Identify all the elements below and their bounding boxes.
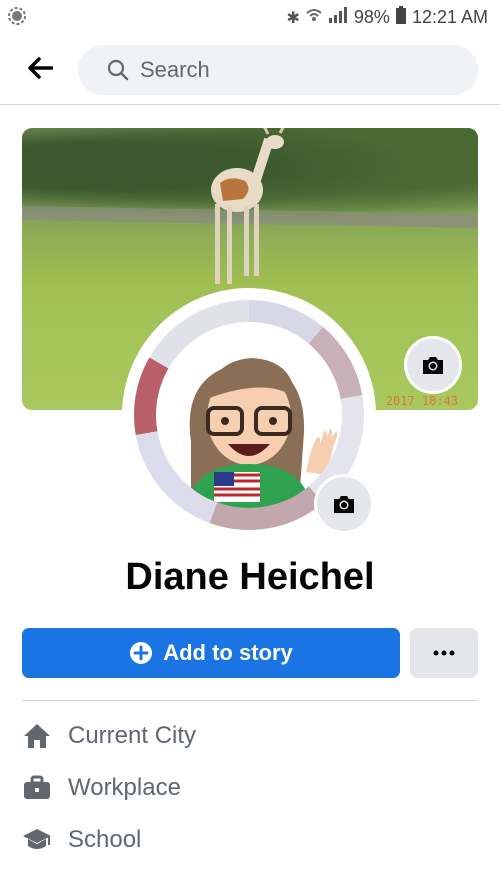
plus-circle-icon [130,642,153,664]
detail-label: School [68,826,142,853]
detail-label: Workplace [68,774,181,801]
search-bar[interactable]: Search [78,45,478,95]
bluetooth-icon: ✱ [286,9,300,27]
detail-workplace[interactable]: Workplace [22,774,181,802]
wifi-icon [306,7,322,28]
briefcase-icon [22,774,52,802]
top-header: Search [0,36,500,105]
add-to-story-button[interactable]: Add to story [22,628,400,678]
profile-name: Diane Heichel [125,556,375,598]
add-to-story-label: Add to story [163,640,293,665]
detail-current-city[interactable]: Current City [22,722,196,750]
back-button[interactable] [22,50,58,86]
detail-label: Current City [68,722,197,749]
battery-icon [395,6,406,29]
section-divider [22,700,478,701]
signal-icon [328,7,348,28]
home-icon [22,722,52,750]
cover-timestamp: 2017 18:43 [385,394,458,408]
battery-percent: 98% [353,7,390,27]
search-placeholder: Search [140,57,210,82]
more-dots-icon [433,650,455,656]
search-icon [107,59,129,81]
camera-icon [334,496,354,513]
camera-icon [423,357,443,374]
clock: 12:21 AM [411,7,488,27]
settings-gear-icon [8,7,26,25]
status-icons: ✱ 98% 12:21 AM [286,6,488,29]
status-bar: ✱ 98% 12:21 AM [0,0,500,36]
edit-profile-picture-button[interactable] [314,474,374,534]
back-arrow-icon [28,57,53,79]
detail-school[interactable]: School [22,826,141,854]
graduation-cap-icon [22,826,52,854]
avatar-illustration [156,322,342,508]
edit-cover-photo-button[interactable] [404,336,462,394]
more-options-button[interactable] [410,628,478,678]
